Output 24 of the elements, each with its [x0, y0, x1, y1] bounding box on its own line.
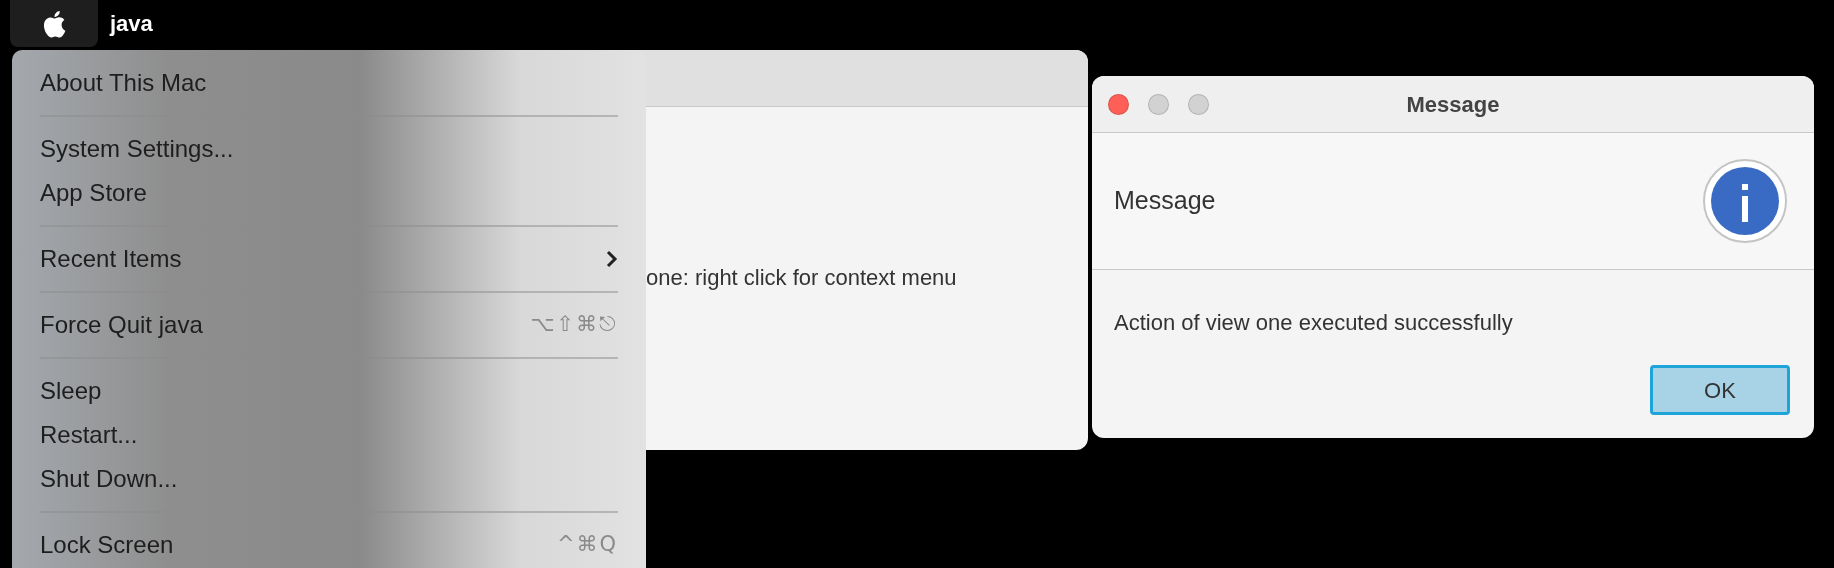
menu-item[interactable]: Recent Items	[40, 237, 618, 281]
menu-item[interactable]: Sleep	[40, 369, 618, 413]
menu-item[interactable]: Shut Down...	[40, 457, 618, 501]
ok-button[interactable]: OK	[1650, 365, 1790, 415]
window-control-icon[interactable]	[1188, 94, 1209, 115]
menu-item[interactable]: About This Mac	[40, 61, 618, 105]
apple-logo-icon	[42, 9, 66, 38]
keyboard-shortcut: ^⌘Q	[556, 531, 618, 559]
window-title: Message	[1406, 90, 1500, 119]
keyboard-shortcut: ⌥⇧⌘⎋	[530, 311, 618, 339]
menu-item[interactable]: Lock Screen ^⌘Q	[40, 523, 618, 567]
window-control-icon[interactable]	[1148, 94, 1169, 115]
app-name[interactable]: java	[110, 7, 153, 40]
menu-item[interactable]: Restart...	[40, 413, 618, 457]
apple-menu-button[interactable]	[10, 0, 98, 47]
window-control-icon[interactable]	[1108, 94, 1129, 115]
info-icon	[1702, 158, 1788, 244]
dialog-header: Message	[1114, 185, 1216, 217]
menu-item[interactable]: App Store	[40, 171, 618, 215]
menu-item[interactable]: Force Quit java ⌥⇧⌘⎋	[40, 303, 618, 347]
dialog-message: Action of view one executed successfully	[1114, 309, 1514, 337]
view-label: one: right click for context menu	[646, 265, 957, 290]
chevron-right-icon	[606, 250, 618, 268]
menu-item[interactable]: System Settings...	[40, 127, 618, 171]
